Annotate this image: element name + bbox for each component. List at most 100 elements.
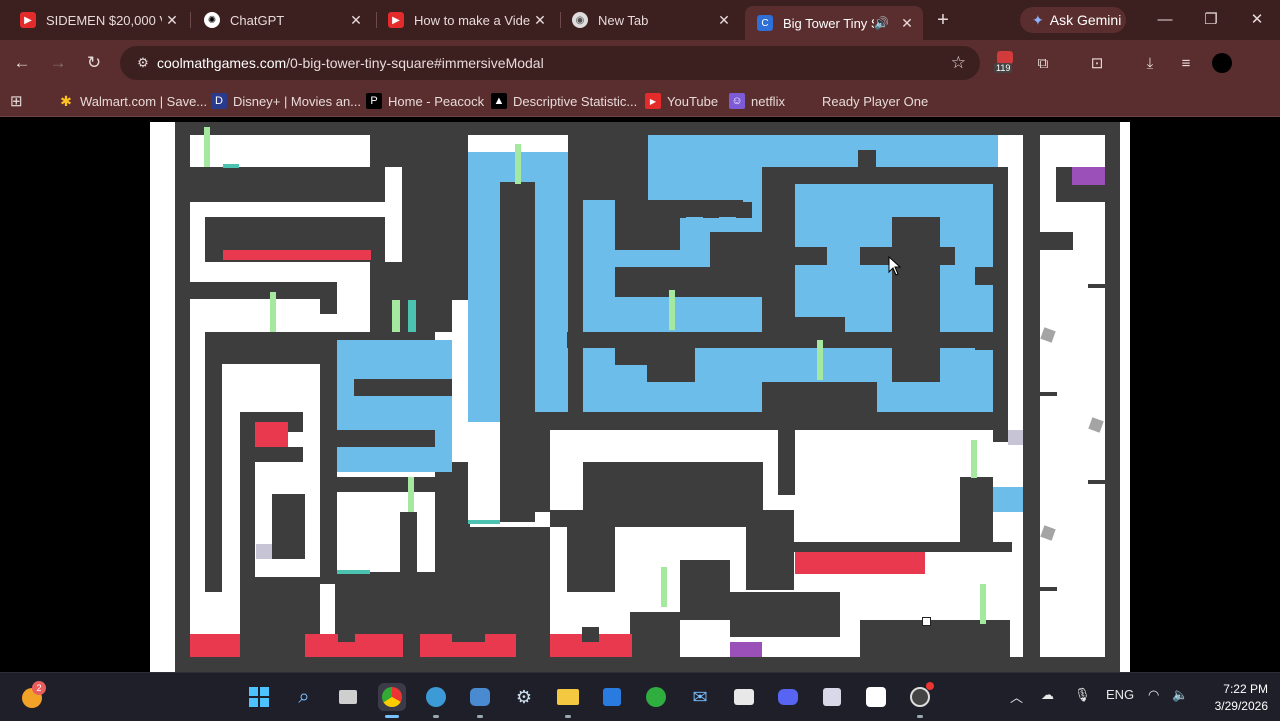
game-wall — [175, 122, 190, 672]
checkpoint-marker — [408, 477, 414, 512]
microphone-icon[interactable]: 🎙 — [1074, 687, 1091, 703]
snipping-tool-icon[interactable] — [818, 683, 846, 711]
chrome-taskbar-icon[interactable] — [378, 683, 406, 711]
volume-icon[interactable]: 🔈 — [1172, 687, 1188, 703]
steam-icon[interactable]: ⚙ — [510, 683, 538, 711]
bookmark-statistics[interactable]: ▲ Descriptive Statistic... — [491, 92, 637, 110]
lava-hazard — [223, 250, 371, 260]
store-icon[interactable] — [598, 683, 626, 711]
ask-gemini-label: Ask Gemini — [1049, 12, 1122, 28]
game-wall — [190, 167, 385, 202]
checkpoint-marker — [971, 440, 977, 478]
exit-door — [730, 642, 762, 657]
language-indicator[interactable]: ENG — [1106, 687, 1134, 702]
url-path: /0-big-tower-tiny-square#immersiveModal — [286, 55, 544, 71]
wifi-icon[interactable]: ◠ — [1148, 687, 1159, 703]
ask-gemini-button[interactable]: ✦ Ask Gemini — [1020, 7, 1126, 33]
new-tab-button[interactable]: + — [932, 10, 954, 30]
media-controls-icon[interactable]: ≡ — [1175, 53, 1197, 75]
viewer-app-icon[interactable] — [730, 683, 758, 711]
game-floor — [1040, 135, 1105, 672]
task-view-icon[interactable] — [334, 683, 362, 711]
apps-grid-icon[interactable]: ⊞ — [10, 92, 23, 110]
game-wall — [500, 182, 535, 522]
spike-block — [670, 202, 686, 218]
open-indicator — [477, 715, 483, 718]
close-tab-icon[interactable]: ✕ — [162, 12, 182, 29]
bookmark-walmart[interactable]: ✱ Walmart.com | Save... — [58, 92, 207, 110]
bookmark-netflix[interactable]: ☺ netflix — [729, 92, 785, 110]
globe-app-icon[interactable] — [422, 683, 450, 711]
mail-icon[interactable]: ✉ — [686, 683, 714, 711]
browser-toolbar: ← → ↻ ⚙ coolmathgames.com/0-big-tower-ti… — [0, 40, 1280, 86]
bookmark-disney[interactable]: D Disney+ | Movies an... — [211, 92, 361, 110]
game-floor — [468, 422, 500, 522]
game-wall — [582, 627, 599, 642]
clock-time: 7:22 PM — [1223, 682, 1268, 696]
tab-sidemen[interactable]: ▶ SIDEMEN $20,000 VS ✕ — [0, 0, 190, 40]
extensions-icon[interactable]: ⧉ — [1032, 53, 1054, 75]
mouse-cursor-icon — [888, 256, 902, 276]
site-info-icon[interactable]: ⚙ — [134, 54, 152, 72]
game-floor — [1120, 122, 1130, 672]
game-canvas[interactable] — [150, 122, 1130, 672]
close-tab-icon[interactable]: ✕ — [897, 15, 917, 32]
download-icon[interactable]: ⤓ — [1139, 53, 1161, 75]
tab-title: Big Tower Tiny Sq — [783, 15, 874, 31]
bookmark-label: Ready Player One — [822, 93, 929, 109]
file-explorer-icon[interactable] — [554, 683, 582, 711]
game-wall — [1023, 135, 1040, 672]
game-wall — [746, 510, 794, 590]
xbox-icon[interactable] — [642, 683, 670, 711]
bookmark-youtube[interactable]: ▶ YouTube — [645, 92, 718, 110]
bookmark-peacock[interactable]: P Home - Peacock — [366, 92, 484, 110]
game-ledge — [1040, 392, 1057, 396]
bookmark-star-icon[interactable]: ☆ — [951, 53, 966, 73]
speaker-icon[interactable]: 🔊 — [874, 16, 889, 30]
clock[interactable]: 7:22 PM 3/29/2026 — [1196, 681, 1268, 715]
cloud-icon[interactable]: ☁ — [1041, 687, 1054, 703]
checkpoint-marker — [270, 292, 276, 332]
back-icon[interactable]: ← — [10, 51, 34, 75]
game-app-icon[interactable] — [466, 683, 494, 711]
tab-big-tower-tiny-square[interactable]: C Big Tower Tiny Sq 🔊 ✕ — [745, 6, 923, 40]
url-text[interactable]: coolmathgames.com/0-big-tower-tiny-squar… — [157, 55, 544, 71]
folder-icon: ■ — [804, 95, 812, 107]
tab-new-tab[interactable]: ◉ New Tab ✕ — [552, 0, 742, 40]
game-wall — [892, 217, 940, 382]
restore-icon[interactable]: ❐ — [1199, 8, 1223, 32]
tab-search-icon[interactable]: ⊡ — [1086, 53, 1108, 75]
game-wall — [320, 364, 337, 584]
windows-taskbar: 2 ⌕ ⚙ ✉ ︿ ☁ 🎙 ENG ◠ 🔈 7:22 PM 3/29/2026 — [0, 672, 1280, 721]
close-tab-icon[interactable]: ✕ — [714, 12, 734, 29]
forward-icon[interactable]: → — [46, 51, 70, 75]
extension-badge-icon[interactable]: 119 — [994, 51, 1016, 73]
open-indicator — [433, 715, 439, 718]
game-ledge — [1088, 284, 1105, 288]
discord-icon[interactable] — [774, 683, 802, 711]
tab-title: New Tab — [598, 12, 649, 28]
search-icon[interactable]: ⌕ — [290, 683, 318, 711]
chrome-icon: ◉ — [572, 12, 588, 28]
tab-title: How to make a Video — [414, 12, 530, 28]
address-bar[interactable]: ⚙ coolmathgames.com/0-big-tower-tiny-squ… — [120, 46, 980, 80]
close-window-icon[interactable]: ✕ — [1245, 8, 1269, 32]
start-icon[interactable] — [245, 683, 273, 711]
tab-chatgpt[interactable]: ✺ ChatGPT ✕ — [184, 0, 374, 40]
capcut-icon[interactable] — [862, 683, 890, 711]
profile-avatar[interactable] — [1212, 53, 1232, 73]
bookmark-ready-player-one[interactable]: ■ Ready Player One — [800, 92, 929, 110]
game-wall — [762, 167, 795, 332]
tab-how-to-make-video[interactable]: ▶ How to make a Video ✕ — [368, 0, 558, 40]
reload-icon[interactable]: ↻ — [82, 51, 106, 75]
show-hidden-icons[interactable]: ︿ — [1010, 687, 1023, 706]
close-tab-icon[interactable]: ✕ — [530, 12, 550, 29]
weather-widget[interactable]: 2 — [20, 681, 46, 710]
game-wall — [960, 477, 993, 542]
bounce-pad — [468, 520, 500, 524]
game-wall — [320, 282, 337, 314]
close-tab-icon[interactable]: ✕ — [346, 12, 366, 29]
game-wall — [205, 332, 222, 592]
game-wall — [858, 150, 876, 167]
minimize-icon[interactable]: — — [1153, 8, 1177, 32]
